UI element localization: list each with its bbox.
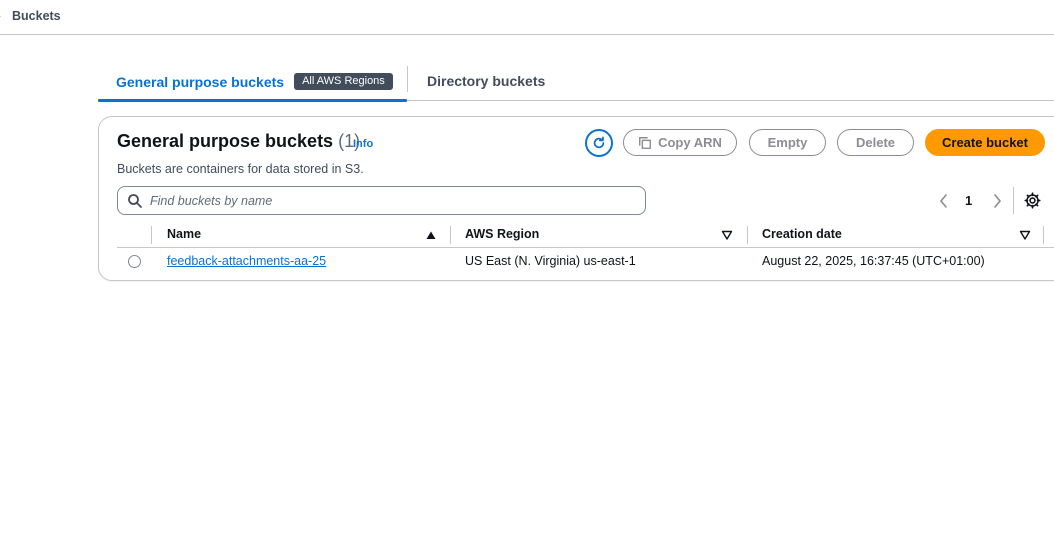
tab-general-label: General purpose buckets <box>116 73 285 90</box>
s3-buckets-page: › Buckets General purpose buckets All AW… <box>0 0 1054 541</box>
chevron-left-icon[interactable] <box>937 192 951 210</box>
info-link[interactable]: Info <box>353 138 373 150</box>
search-icon <box>128 194 142 208</box>
panel-title-text: General purpose buckets <box>117 131 334 151</box>
refresh-button[interactable] <box>585 129 613 157</box>
column-separator <box>450 226 451 244</box>
column-header-creation-date[interactable]: Creation date <box>762 227 842 241</box>
breadcrumb: › Buckets <box>0 0 1054 35</box>
copy-arn-label: Copy ARN <box>658 135 722 150</box>
page-number[interactable]: 1 <box>965 193 972 208</box>
search-input[interactable] <box>150 191 630 211</box>
bucket-type-tabs: General purpose buckets All AWS Regions … <box>98 61 1054 102</box>
bucket-creation-date: August 22, 2025, 16:37:45 (UTC+01:00) <box>762 254 985 268</box>
sort-ascending-icon[interactable] <box>425 229 437 241</box>
column-separator <box>1043 226 1044 244</box>
empty-button[interactable]: Empty <box>749 129 826 156</box>
panel-title: General purpose buckets (1) <box>117 131 360 152</box>
copy-icon <box>639 136 652 149</box>
search-field[interactable] <box>117 186 646 215</box>
pager-divider <box>1013 187 1014 214</box>
all-regions-badge: All AWS Regions <box>294 73 393 90</box>
tab-general-purpose-buckets[interactable]: General purpose buckets All AWS Regions <box>98 62 407 102</box>
buckets-panel: General purpose buckets (1) Info Buckets… <box>98 116 1054 281</box>
sort-descending-icon[interactable] <box>721 229 733 241</box>
breadcrumb-separator: › <box>0 9 3 23</box>
copy-arn-button[interactable]: Copy ARN <box>623 129 737 156</box>
column-separator <box>747 226 748 244</box>
create-bucket-button[interactable]: Create bucket <box>925 129 1045 156</box>
bucket-name-link[interactable]: feedback-attachments-aa-25 <box>167 254 326 268</box>
tab-directory-buckets[interactable]: Directory buckets <box>427 61 545 100</box>
breadcrumb-current: Buckets <box>12 9 61 23</box>
panel-description: Buckets are containers for data stored i… <box>117 162 364 176</box>
table-row[interactable]: feedback-attachments-aa-25 US East (N. V… <box>117 249 1054 275</box>
settings-icon[interactable] <box>1024 192 1041 209</box>
chevron-right-icon[interactable] <box>990 192 1004 210</box>
delete-button[interactable]: Delete <box>837 129 914 156</box>
column-separator <box>151 226 152 244</box>
row-select-radio[interactable] <box>128 255 141 268</box>
table-header: Name AWS Region Creation date <box>117 223 1054 248</box>
column-header-name[interactable]: Name <box>167 227 201 241</box>
sort-descending-icon[interactable] <box>1019 229 1031 241</box>
bucket-region: US East (N. Virginia) us-east-1 <box>465 254 636 268</box>
column-header-region[interactable]: AWS Region <box>465 227 539 241</box>
tab-divider <box>407 66 408 92</box>
refresh-icon <box>593 136 605 149</box>
